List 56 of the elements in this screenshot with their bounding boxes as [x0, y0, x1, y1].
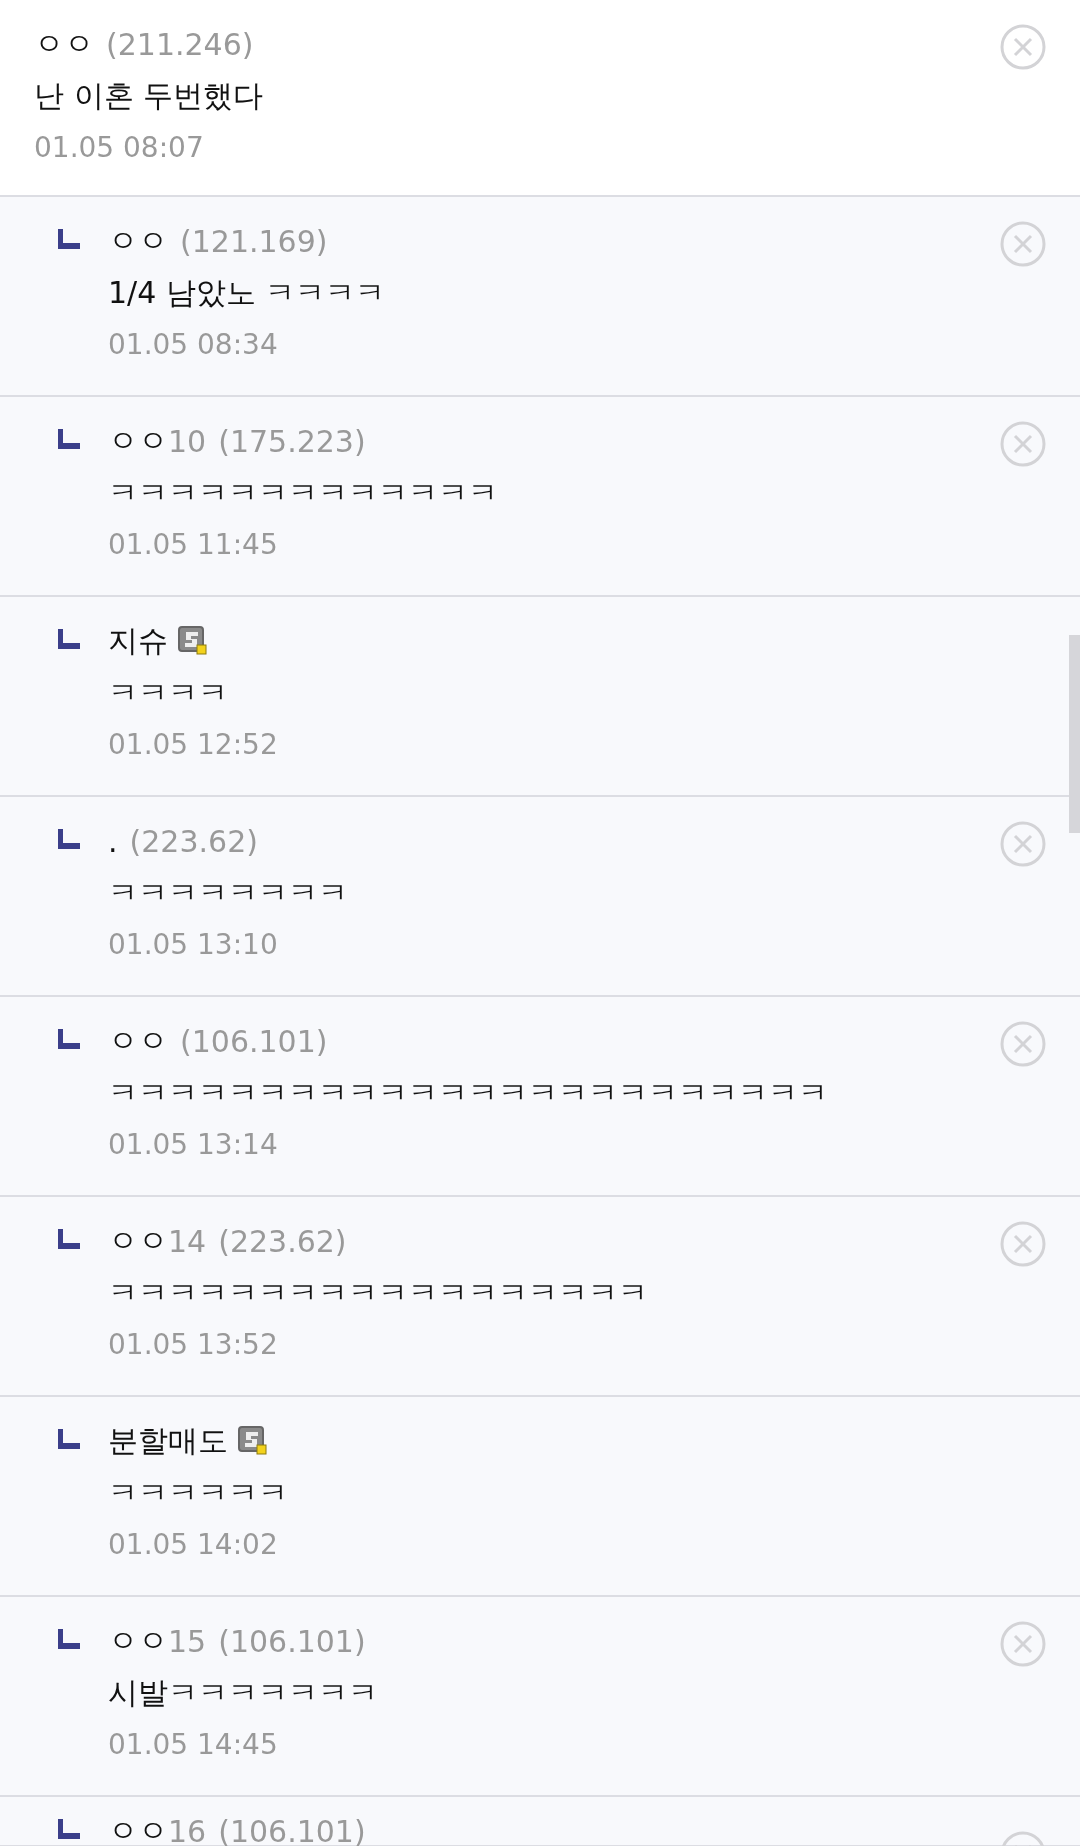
comment-time: 01.05 13:52: [108, 1327, 279, 1363]
comment-time: 01.05 13:10: [108, 927, 279, 963]
comment-text: ㅋㅋㅋㅋ: [108, 674, 229, 712]
close-icon[interactable]: [1000, 821, 1046, 867]
comment-text: 1/4 남았노 ㅋㅋㅋㅋ: [108, 274, 386, 312]
comment-time: 01.05 13:14: [108, 1127, 279, 1163]
comment-text: 난 이혼 두번했다: [34, 77, 264, 115]
ip-address: (223.62): [129, 823, 258, 859]
close-icon[interactable]: [1000, 421, 1046, 467]
comment-time: 01.05 11:45: [108, 527, 279, 563]
comment-text: ㅋㅋㅋㅋㅋㅋㅋㅋㅋㅋㅋㅋㅋㅋㅋㅋㅋㅋㅋㅋㅋㅋㅋㅋ: [108, 1074, 828, 1112]
author-name: .: [108, 823, 118, 859]
reply-arrow-icon: [58, 1629, 80, 1649]
author-name: ㅇㅇ: [108, 1221, 168, 1260]
author-name: ㅇㅇ: [108, 1621, 168, 1660]
ip-address: (106.101): [218, 1813, 366, 1846]
close-icon[interactable]: [1000, 221, 1046, 267]
author-name: ㅇㅇ: [108, 421, 168, 460]
ip-address: (106.101): [180, 1023, 328, 1059]
ip-address: (223.62): [218, 1223, 347, 1259]
author-name: ㅇㅇ: [108, 1021, 168, 1060]
comment-text: ㅋㅋㅋㅋㅋㅋㅋㅋㅋㅋㅋㅋㅋㅋㅋㅋㅋㅋ: [108, 1274, 648, 1312]
comment-text: ㅋㅋㅋㅋㅋㅋㅋㅋㅋㅋㅋㅋㅋ: [108, 474, 498, 512]
comment-text: ㅋㅋㅋㅋㅋㅋㅋㅋ: [108, 874, 348, 912]
ip-address: (175.223): [218, 423, 366, 459]
reply-arrow-icon: [58, 1029, 80, 1049]
ip-address: (106.101): [218, 1623, 366, 1659]
comment-time: 01.05 14:02: [108, 1527, 279, 1563]
comment-time: 01.05 12:52: [108, 727, 278, 763]
author-name: 지슈: [108, 621, 168, 660]
author-name: ㅇㅇ: [108, 221, 168, 260]
reply-arrow-icon: [58, 1429, 80, 1449]
author-name: ㅇㅇ: [108, 1811, 168, 1846]
reply-arrow-icon: [58, 429, 80, 449]
comment-text: 시발ㅋㅋㅋㅋㅋㅋㅋ: [108, 1674, 378, 1712]
ip-address: (121.169): [180, 223, 328, 259]
reply-arrow-icon: [58, 1819, 80, 1839]
comment-time: 01.05 08:07: [34, 130, 205, 166]
author-number: 16: [168, 1813, 207, 1846]
reply-arrow-icon: [58, 629, 80, 649]
reply-arrow-icon: [58, 229, 80, 249]
author-number: 15: [168, 1623, 207, 1659]
ip-address: (211.246): [106, 26, 254, 62]
close-icon[interactable]: [1000, 24, 1046, 70]
comment-time: 01.05 14:45: [108, 1727, 279, 1763]
author-number: 14: [168, 1223, 207, 1259]
close-icon[interactable]: [1000, 1021, 1046, 1067]
close-icon[interactable]: [1000, 1621, 1046, 1667]
close-icon[interactable]: [1000, 1221, 1046, 1267]
comment-text: ㅋㅋㅋㅋㅋㅋ: [108, 1474, 288, 1512]
author-name: 분할매도: [108, 1421, 228, 1460]
author-number: 10: [168, 423, 207, 459]
reply-arrow-icon: [58, 1229, 80, 1249]
comment-time: 01.05 08:34: [108, 327, 279, 363]
author-name: ㅇㅇ: [34, 24, 94, 63]
reply-arrow-icon: [58, 829, 80, 849]
